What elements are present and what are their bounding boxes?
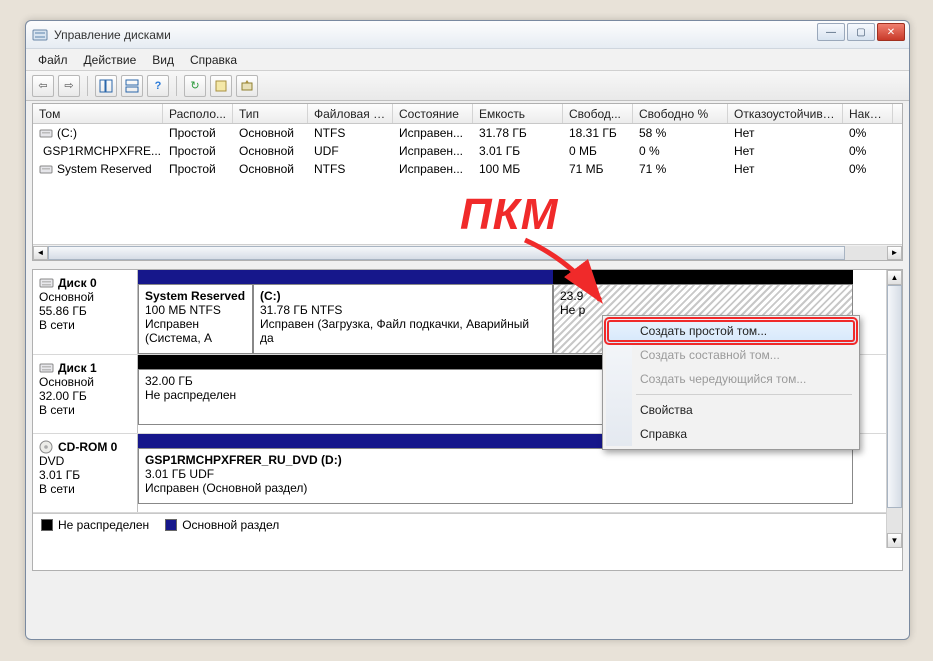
partition[interactable]: System Reserved100 МБ NTFSИсправен (Сист… bbox=[138, 284, 253, 354]
toolbar-icon[interactable] bbox=[210, 75, 232, 97]
titlebar[interactable]: Управление дисками — ▢ ✕ bbox=[26, 21, 909, 49]
column-headers[interactable]: Том Располо... Тип Файловая с... Состоян… bbox=[33, 104, 902, 124]
scroll-thumb[interactable] bbox=[887, 285, 902, 508]
col-volume[interactable]: Том bbox=[33, 104, 163, 123]
context-menu-item: Создать чередующийся том... bbox=[606, 367, 856, 391]
toolbar: ⇦ ⇨ ? ↻ bbox=[26, 71, 909, 101]
col-fault[interactable]: Отказоустойчиво... bbox=[728, 104, 843, 123]
scroll-track[interactable] bbox=[48, 246, 887, 260]
app-icon bbox=[32, 27, 48, 43]
scroll-thumb[interactable] bbox=[48, 246, 845, 260]
col-free[interactable]: Свобод... bbox=[563, 104, 633, 123]
menu-view[interactable]: Вид bbox=[144, 51, 182, 69]
toolbar-icon[interactable] bbox=[236, 75, 258, 97]
forward-button[interactable]: ⇨ bbox=[58, 75, 80, 97]
vertical-scrollbar[interactable]: ▲ ▼ bbox=[886, 270, 902, 548]
annotation-label: ПКМ bbox=[460, 190, 558, 240]
context-menu-item[interactable]: Создать простой том... bbox=[606, 319, 856, 343]
scroll-right-icon[interactable]: ► bbox=[887, 246, 902, 260]
window-buttons: — ▢ ✕ bbox=[817, 23, 905, 41]
col-overhead[interactable]: Накла... bbox=[843, 104, 893, 123]
legend: Не распределен Основной раздел bbox=[33, 513, 902, 535]
col-layout[interactable]: Располо... bbox=[163, 104, 233, 123]
partition[interactable]: (C:)31.78 ГБ NTFSИсправен (Загрузка, Фай… bbox=[253, 284, 553, 354]
volume-row[interactable]: GSP1RMCHPXFRE... ПростойОсновнойUDF Испр… bbox=[33, 142, 902, 160]
menubar: Файл Действие Вид Справка bbox=[26, 49, 909, 71]
scroll-track[interactable] bbox=[887, 285, 902, 533]
horizontal-scrollbar[interactable]: ◄ ► bbox=[33, 244, 902, 260]
refresh-icon[interactable]: ↻ bbox=[184, 75, 206, 97]
back-button[interactable]: ⇦ bbox=[32, 75, 54, 97]
window-title: Управление дисками bbox=[54, 28, 171, 42]
context-menu-separator bbox=[636, 394, 852, 395]
partition[interactable]: GSP1RMCHPXFRER_RU_DVD (D:)3.01 ГБ UDFИсп… bbox=[138, 448, 853, 504]
scroll-up-icon[interactable]: ▲ bbox=[887, 270, 902, 285]
toolbar-icon[interactable] bbox=[121, 75, 143, 97]
disk-info[interactable]: CD-ROM 0DVD3.01 ГБВ сети bbox=[33, 434, 138, 512]
col-capacity[interactable]: Емкость bbox=[473, 104, 563, 123]
close-button[interactable]: ✕ bbox=[877, 23, 905, 41]
volume-row[interactable]: System Reserved ПростойОсновнойNTFS Испр… bbox=[33, 160, 902, 178]
toolbar-icon[interactable] bbox=[95, 75, 117, 97]
separator bbox=[176, 76, 177, 96]
disk-info[interactable]: Диск 0Основной55.86 ГБВ сети bbox=[33, 270, 138, 354]
separator bbox=[87, 76, 88, 96]
legend-primary: Основной раздел bbox=[165, 518, 279, 532]
menu-action[interactable]: Действие bbox=[76, 51, 145, 69]
context-menu-item[interactable]: Справка bbox=[606, 422, 856, 446]
maximize-button[interactable]: ▢ bbox=[847, 23, 875, 41]
col-pct[interactable]: Свободно % bbox=[633, 104, 728, 123]
context-menu-item[interactable]: Свойства bbox=[606, 398, 856, 422]
context-menu: Создать простой том...Создать составной … bbox=[602, 315, 860, 450]
volume-row[interactable]: (C:) ПростойОсновнойNTFS Исправен...31.7… bbox=[33, 124, 902, 142]
minimize-button[interactable]: — bbox=[817, 23, 845, 41]
menu-help[interactable]: Справка bbox=[182, 51, 245, 69]
scroll-left-icon[interactable]: ◄ bbox=[33, 246, 48, 260]
col-type[interactable]: Тип bbox=[233, 104, 308, 123]
disk-info[interactable]: Диск 1Основной32.00 ГБВ сети bbox=[33, 355, 138, 433]
scroll-down-icon[interactable]: ▼ bbox=[887, 533, 902, 548]
legend-unalloc: Не распределен bbox=[41, 518, 149, 532]
help-icon[interactable]: ? bbox=[147, 75, 169, 97]
menu-file[interactable]: Файл bbox=[30, 51, 76, 69]
col-fs[interactable]: Файловая с... bbox=[308, 104, 393, 123]
col-state[interactable]: Состояние bbox=[393, 104, 473, 123]
context-menu-item: Создать составной том... bbox=[606, 343, 856, 367]
volume-rows: (C:) ПростойОсновнойNTFS Исправен...31.7… bbox=[33, 124, 902, 178]
